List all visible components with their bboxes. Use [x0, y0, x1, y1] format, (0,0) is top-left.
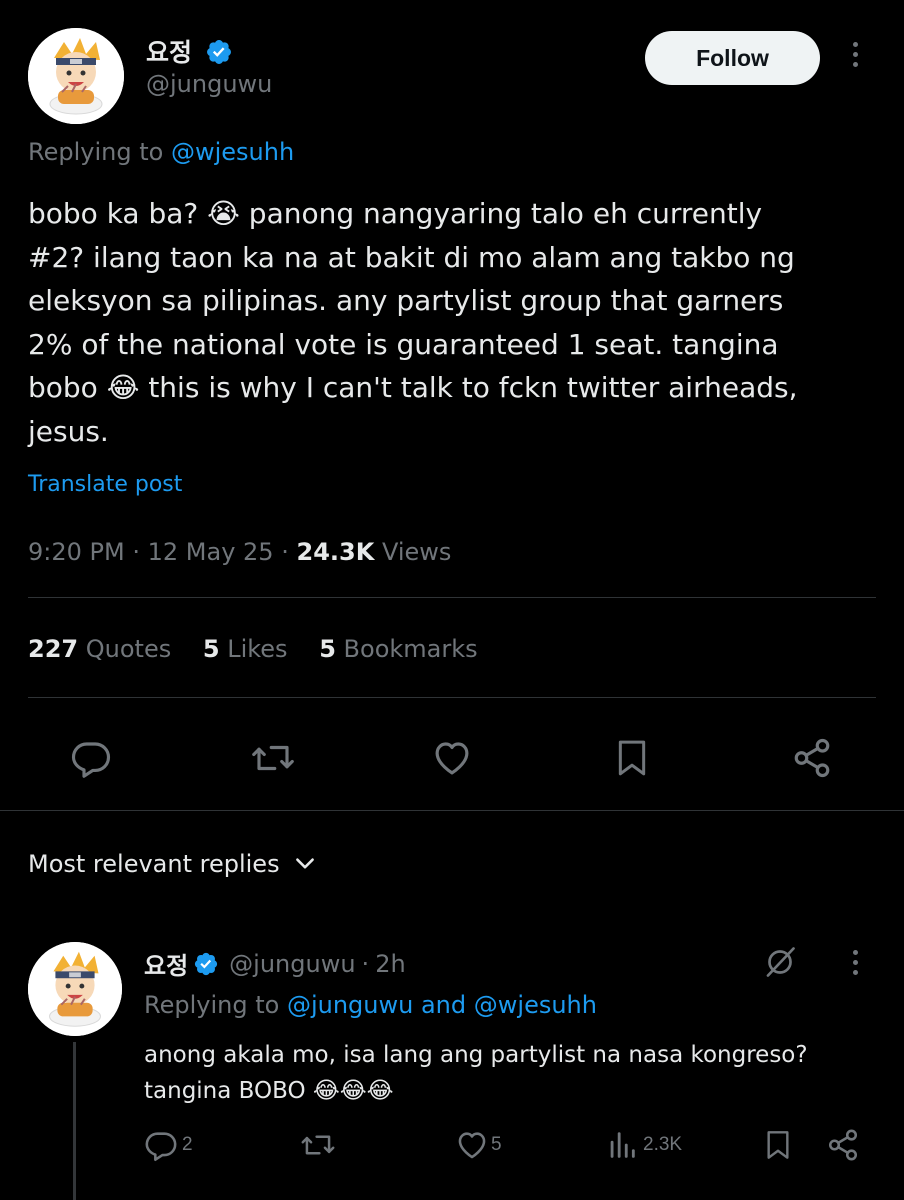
follow-button[interactable]: Follow	[645, 31, 820, 85]
reply-icon	[145, 1132, 177, 1162]
bookmark-icon	[618, 740, 646, 776]
tweet-date[interactable]: 12 May 25	[148, 538, 274, 566]
reply-replying-to-line: Replying to @junguwu and @wjesuhh	[144, 991, 597, 1019]
bookmarks-label: Bookmarks	[343, 635, 478, 663]
replying-to-and: and	[420, 991, 467, 1019]
reply-text-line: anong akala mo, isa lang ang partylist n…	[144, 1042, 808, 1068]
share-button[interactable]	[791, 737, 833, 779]
meta-separator: ·	[361, 949, 370, 978]
reply-bookmark-button[interactable]	[762, 1128, 794, 1162]
quotes-stat[interactable]: 227 Quotes	[28, 635, 179, 663]
meta-separator: ·	[281, 538, 289, 566]
bookmark-button[interactable]	[612, 737, 652, 779]
replying-to-prefix: Replying to	[28, 138, 164, 166]
reply-reply-count: 2	[182, 1134, 193, 1155]
quotes-label: Quotes	[85, 635, 172, 663]
more-options-icon[interactable]	[853, 42, 858, 67]
translate-post-link[interactable]: Translate post	[28, 472, 182, 497]
reply-button[interactable]	[70, 737, 112, 779]
share-icon	[828, 1129, 858, 1161]
author-handle[interactable]: @junguwu	[146, 70, 272, 98]
tweet-text-line: bobo ka ba? 😭 panong nangyaring talo eh …	[28, 197, 763, 230]
divider	[28, 597, 876, 598]
tweet-text-line: #2? ilang taon ka na at bakit di mo alam…	[28, 240, 795, 274]
likes-count: 5	[202, 635, 220, 663]
chevron-down-icon	[295, 858, 314, 869]
reply-like-count: 5	[491, 1134, 502, 1155]
repost-button[interactable]	[250, 737, 296, 779]
replying-to-line: Replying to @wjesuhh	[28, 138, 294, 166]
reply-author-avatar[interactable]	[28, 942, 122, 1036]
reply-header: 요정 @junguwu · 2h	[144, 946, 406, 981]
replies-sort-label: Most relevant replies	[28, 850, 280, 878]
verified-badge-icon	[206, 40, 231, 64]
reply-author-handle[interactable]: @junguwu	[229, 950, 355, 978]
reply-views-count: 2.3K	[643, 1134, 683, 1155]
tweet-time[interactable]: 9:20 PM	[28, 538, 125, 566]
heart-icon	[435, 742, 469, 775]
bookmark-icon	[767, 1131, 789, 1159]
divider	[28, 697, 876, 698]
repost-icon	[301, 1135, 335, 1155]
replies-sort-dropdown[interactable]: Most relevant replies	[28, 850, 318, 878]
divider	[0, 810, 904, 811]
bookmarks-stat[interactable]: 5 Bookmarks	[319, 635, 477, 663]
quotes-count: 227	[28, 635, 79, 663]
reply-time[interactable]: 2h	[375, 950, 405, 978]
reply-views-button[interactable]: 2.3K	[607, 1128, 682, 1162]
likes-stat[interactable]: 5 Likes	[203, 635, 295, 663]
author-avatar[interactable]	[28, 28, 124, 124]
verified-badge-icon	[195, 952, 218, 975]
views-icon	[610, 1132, 635, 1158]
grok-icon	[766, 947, 795, 977]
tweet-text-line: eleksyon sa pilipinas. any partylist gro…	[28, 284, 784, 317]
tweet-stats: 227 Quotes 5 Likes 5 Bookmarks	[28, 635, 478, 663]
likes-label: Likes	[227, 635, 288, 663]
tweet-meta: 9:20 PM · 12 May 25 · 24.3K Views	[28, 538, 451, 566]
replying-to-link[interactable]: @wjesuhh	[171, 138, 294, 166]
reply-share-button[interactable]	[826, 1128, 860, 1162]
reply-repost-button[interactable]	[300, 1128, 336, 1162]
bookmarks-count: 5	[319, 635, 336, 663]
reply-like-button[interactable]: 5	[455, 1128, 502, 1162]
reply-author-name[interactable]: 요정	[144, 946, 188, 981]
like-button[interactable]	[430, 737, 474, 779]
views-label: Views	[381, 538, 452, 566]
reply-more-options-icon[interactable]	[853, 950, 858, 975]
grok-button[interactable]	[762, 944, 798, 980]
reply-reply-button[interactable]: 2	[144, 1128, 193, 1162]
share-icon	[794, 738, 830, 778]
replying-to-prefix: Replying to	[144, 991, 280, 1019]
thread-line	[73, 1042, 76, 1200]
repost-icon	[252, 745, 294, 771]
author-name[interactable]: 요정	[146, 33, 233, 69]
tweet-text-line: 2% of the national vote is guaranteed 1 …	[28, 327, 779, 361]
replying-to-link-1[interactable]: @junguwu	[287, 991, 413, 1019]
tweet-text-line: bobo 😂 this is why I can't talk to fckn …	[28, 371, 798, 404]
reply-icon	[71, 742, 111, 778]
reply-text-line: tangina BOBO 😂😂😂	[144, 1078, 394, 1104]
replying-to-link-2[interactable]: @wjesuhh	[474, 991, 597, 1019]
heart-icon	[458, 1132, 486, 1159]
tweet-text: bobo ka ba? 😭 panong nangyaring talo eh …	[28, 192, 888, 453]
author-name-text[interactable]: 요정	[146, 38, 192, 67]
tweet-text-line: jesus.	[28, 414, 109, 448]
meta-separator: ·	[132, 538, 140, 566]
reply-text: anong akala mo, isa lang ang partylist n…	[144, 1037, 808, 1109]
views-count: 24.3K	[296, 538, 375, 566]
